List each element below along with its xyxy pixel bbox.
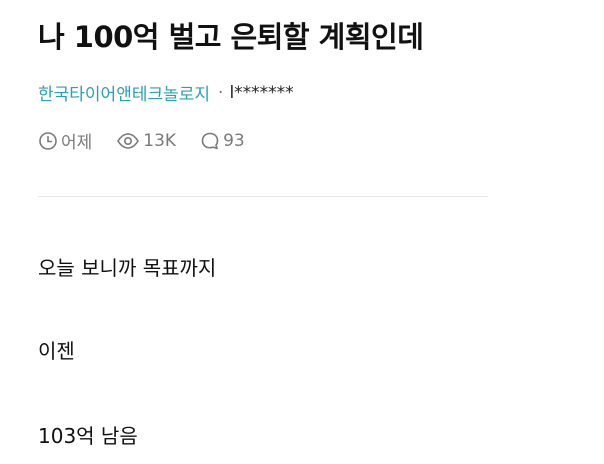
clock-icon [39, 131, 57, 150]
body-line-2: 이젠 [38, 339, 75, 363]
post-title: 나 100억 벌고 은퇴할 계획인데 [38, 20, 424, 54]
views-stat: 13K [116, 131, 176, 151]
company-link[interactable]: 한국타이어앤테크놀로지 [38, 80, 210, 105]
author-row: 한국타이어앤테크놀로지 · l******* [38, 80, 294, 106]
eye-icon [117, 132, 140, 149]
comments-stat[interactable]: 93 [200, 131, 245, 151]
body-line-3: 103억 남음 [38, 424, 138, 448]
views-count: 13K [143, 130, 177, 151]
author-name[interactable]: l******* [229, 83, 293, 103]
body-line-1: 오늘 보니까 목표까지 [38, 256, 217, 280]
content-divider [38, 196, 488, 197]
comments-count: 93 [223, 130, 245, 151]
time-label: 어제 [61, 133, 93, 153]
post-stats: 어제 13K 93 [38, 128, 269, 153]
separator-dot: · [218, 82, 224, 103]
comment-bubble-icon [201, 132, 219, 149]
time-stat: 어제 [38, 128, 92, 153]
